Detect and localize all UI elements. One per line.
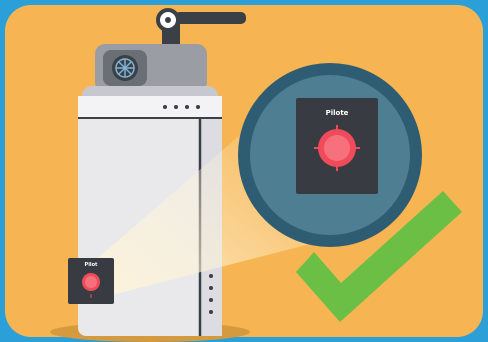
pilot-label-small: Pilot bbox=[85, 262, 99, 268]
fan-icon bbox=[115, 58, 135, 78]
pilot-label-large: Pilote bbox=[326, 109, 349, 117]
pilot-control-large: Pilote bbox=[296, 98, 378, 194]
water-heater-pilot-illustration: Pilot Pilote bbox=[5, 5, 483, 342]
heater-top-unit bbox=[95, 44, 207, 92]
magnifier: Pilote bbox=[238, 63, 422, 247]
pilot-control-small: Pilot bbox=[68, 258, 114, 304]
